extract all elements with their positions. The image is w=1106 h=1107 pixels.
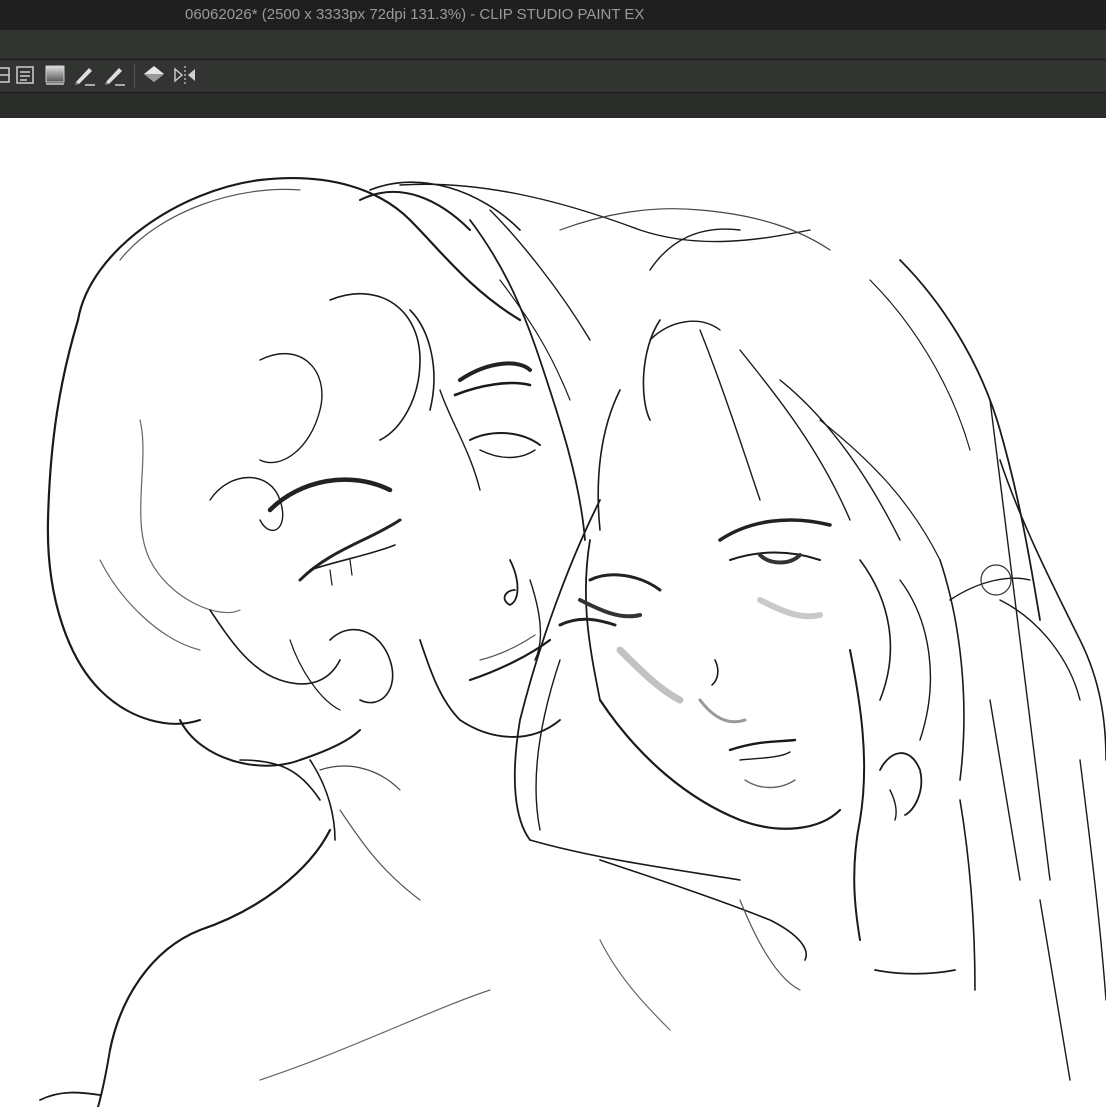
window-title: 06062026* (2500 x 3333px 72dpi 131.3%) -… [185, 6, 645, 23]
tool-property-bar [0, 93, 1106, 118]
flip-horizontal-button[interactable] [173, 63, 197, 87]
pen-button[interactable] [73, 63, 97, 87]
pen-icon [75, 68, 95, 86]
sketch-artwork [39, 177, 1106, 1107]
menu-bar [0, 30, 1106, 60]
title-bar: 06062026* (2500 x 3333px 72dpi 131.3%) -… [0, 0, 1106, 30]
pen-alt-icon [105, 68, 125, 86]
fill-icon [144, 66, 164, 82]
layer-panel-icon [0, 67, 10, 83]
layer-property-icon [16, 66, 34, 84]
layer-property-button[interactable] [13, 63, 37, 87]
pen-alt-button[interactable] [103, 63, 127, 87]
layer-panel-button[interactable] [0, 63, 14, 87]
gradient-icon [45, 65, 65, 85]
drawing-canvas[interactable] [0, 118, 1106, 1107]
clip-studio-window: 06062026* (2500 x 3333px 72dpi 131.3%) -… [0, 0, 1106, 1107]
toolbar-separator [134, 64, 135, 88]
gradient-button[interactable] [43, 63, 67, 87]
fill-button[interactable] [142, 63, 166, 87]
flip-horizontal-icon [174, 66, 195, 84]
